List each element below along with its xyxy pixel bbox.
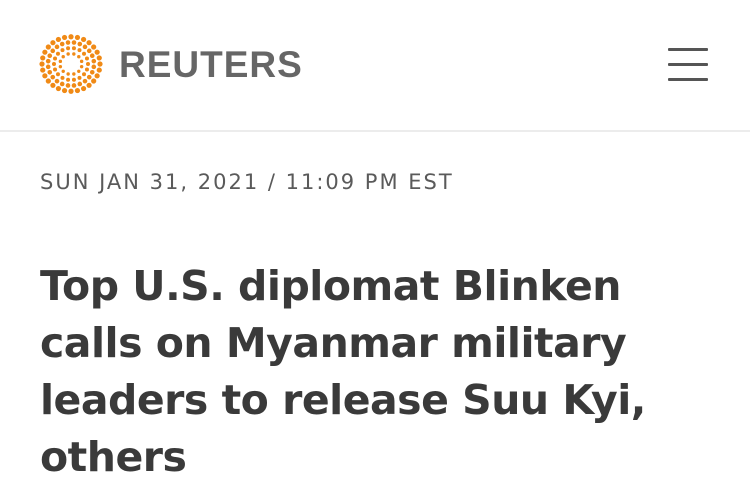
reuters-dot-ring-icon (39, 34, 103, 94)
logo-dot (47, 53, 53, 59)
logo-dot (82, 72, 87, 77)
logo-dot (39, 61, 45, 67)
logo-dot (55, 85, 62, 92)
logo-dot (77, 69, 81, 74)
logo-dot (40, 67, 46, 73)
logo-dot (91, 44, 97, 50)
logo-dot (40, 55, 46, 61)
logo-dot (58, 64, 63, 69)
logo-dot (89, 69, 95, 75)
logo-wordmark: REUTERS (119, 43, 303, 85)
logo-dot (45, 58, 51, 64)
hamburger-menu-button[interactable] (666, 44, 712, 84)
logo-dot (86, 74, 92, 80)
logo-dot (61, 54, 65, 59)
logo-dot (65, 83, 71, 88)
logo-dot (65, 40, 71, 45)
logo-dot (86, 48, 92, 54)
logo-dot (84, 67, 89, 72)
logo-dot (91, 78, 97, 84)
logo-dot (94, 73, 100, 79)
logo-dot (66, 72, 70, 76)
logo-dot (42, 49, 48, 55)
logo-dot (61, 87, 68, 94)
hamburger-line (668, 63, 708, 66)
hamburger-line (668, 78, 708, 81)
logo-dot (86, 82, 92, 88)
logo-dot (74, 34, 81, 41)
logo-dot (45, 78, 51, 84)
logo-dot (86, 40, 92, 46)
site-header: REUTERS (0, 0, 750, 132)
logo-dot (91, 64, 97, 70)
logo-dot (54, 44, 60, 50)
logo-dot (72, 72, 76, 76)
logo-dot (61, 69, 65, 74)
logo-dot (77, 54, 81, 59)
logo-dot (59, 81, 65, 87)
logo-dot (77, 48, 82, 53)
logo-dot (68, 34, 74, 40)
logo-dot (50, 48, 56, 54)
logo-dot (59, 41, 65, 47)
logo-dot (45, 64, 51, 70)
logo-dot (42, 73, 48, 79)
logo-dot (80, 85, 87, 92)
logo-dot (71, 46, 76, 51)
logo-dot (77, 81, 83, 87)
logo-dot (82, 78, 88, 84)
logo-dot (96, 55, 102, 61)
logo-dot (71, 83, 77, 88)
logo-dot (82, 44, 88, 50)
logo-dot (50, 82, 56, 88)
logo-dot (58, 59, 63, 64)
logo-dot (74, 87, 81, 94)
logo-dot (55, 51, 60, 56)
logo-dot (47, 69, 53, 75)
logo-dot (94, 49, 100, 55)
logo-dot (97, 61, 103, 67)
logo-dot (61, 34, 68, 41)
logo-dot (96, 67, 102, 73)
logo-dot (52, 62, 56, 66)
logo-dot (89, 53, 95, 59)
logo-dot (79, 59, 84, 64)
logo-dot (71, 40, 77, 45)
logo-dot (86, 62, 90, 66)
logo-dot (54, 78, 60, 84)
logo-dot (55, 72, 60, 77)
reuters-logo[interactable]: REUTERS (38, 33, 303, 95)
logo-dot (66, 52, 70, 56)
logo-dot (79, 64, 84, 69)
logo-dot (82, 51, 87, 56)
logo-dot (71, 77, 76, 82)
logo-dot (45, 44, 51, 50)
logo-dot (55, 36, 62, 43)
logo-dot (50, 74, 56, 80)
article-dateline: SUN JAN 31, 2021 / 11:09 PM EST (40, 170, 454, 194)
logo-dot (80, 36, 87, 43)
logo-dot (72, 52, 76, 56)
logo-dot (60, 75, 65, 80)
logo-dot (84, 56, 89, 61)
logo-dot (66, 77, 71, 82)
logo-dot (68, 88, 74, 94)
logo-dot (77, 41, 83, 47)
logo-dot (53, 56, 58, 61)
logo-dot (91, 58, 97, 64)
logo-dot (60, 48, 65, 53)
logo-dot (77, 75, 82, 80)
logo-dot (66, 46, 71, 51)
hamburger-line (668, 48, 708, 51)
logo-dot (53, 67, 58, 72)
logo-dot (50, 40, 56, 46)
article-headline: Top U.S. diplomat Blinken calls on Myanm… (40, 262, 646, 481)
